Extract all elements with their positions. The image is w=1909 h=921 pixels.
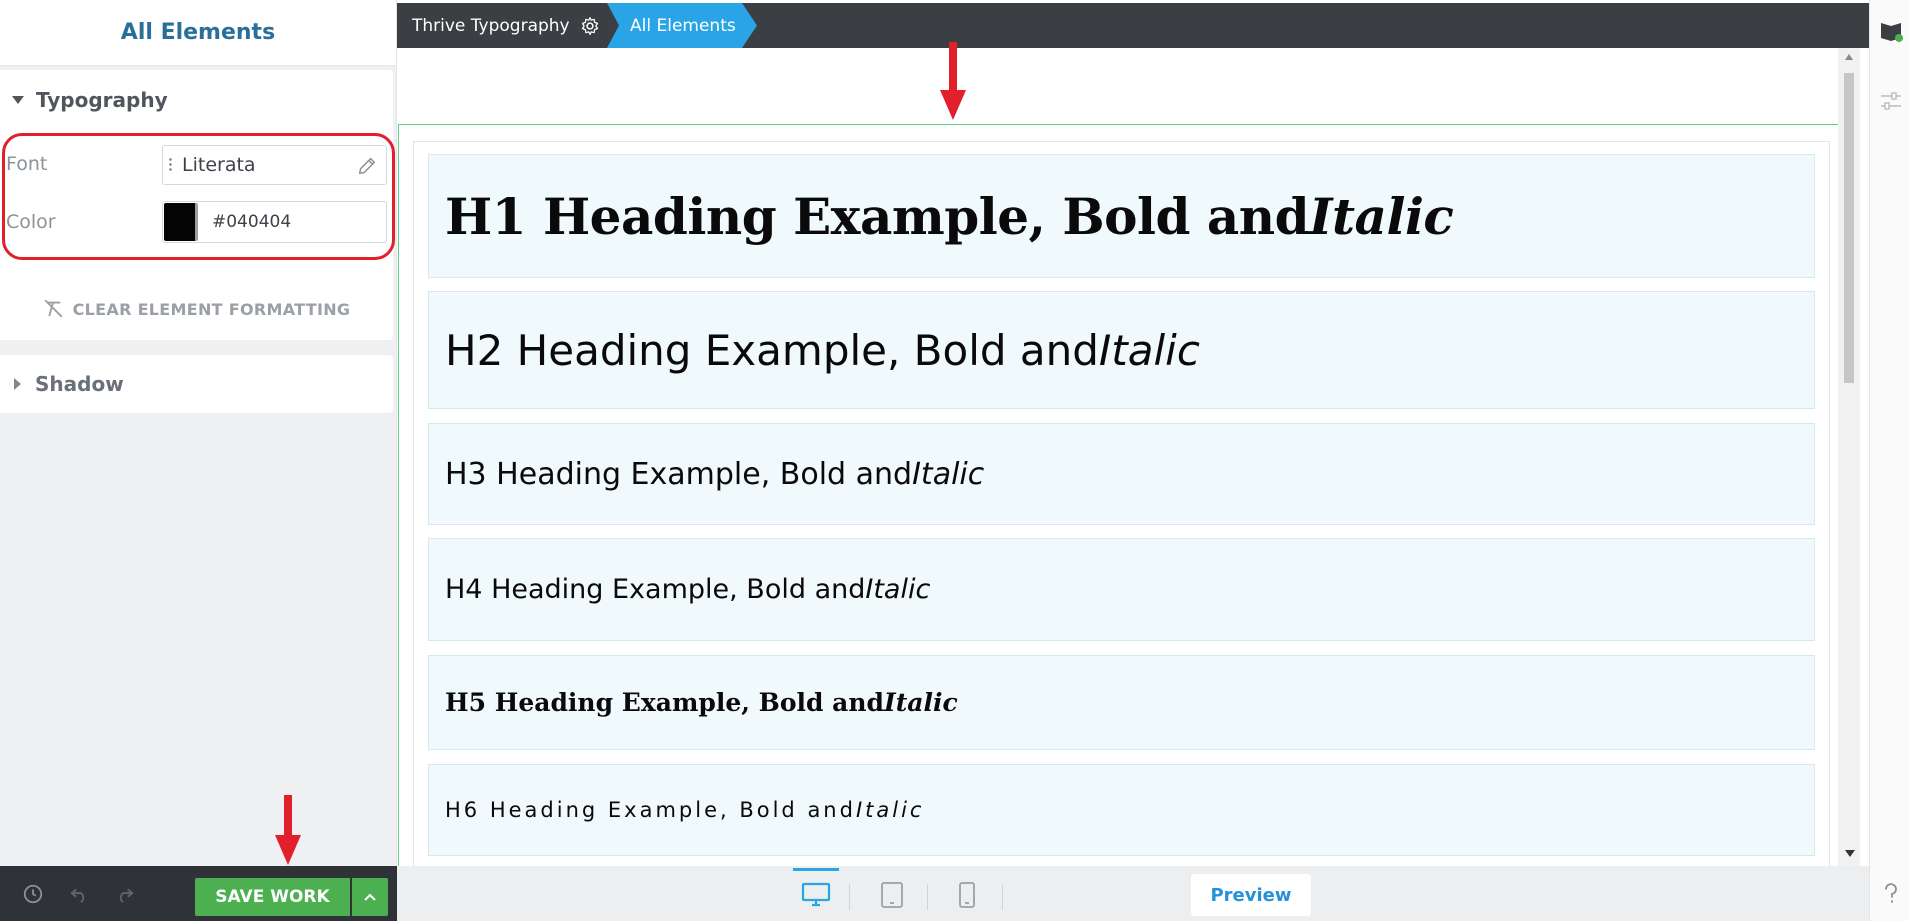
- typography-title: Typography: [36, 88, 168, 112]
- heading-h5-text: H5 Heading Example, Bold and: [445, 688, 885, 717]
- sidebar: All Elements Typography Font Literata Co…: [0, 0, 397, 921]
- help-icon[interactable]: [1878, 880, 1904, 906]
- heading-h5[interactable]: H5 Heading Example, Bold and Italic: [428, 655, 1815, 750]
- drag-grip-icon: [169, 157, 172, 173]
- heading-h3[interactable]: H3 Heading Example, Bold and Italic: [428, 423, 1815, 525]
- color-field[interactable]: #040404: [162, 201, 387, 243]
- clear-formatting-label: CLEAR ELEMENT FORMATTING: [72, 299, 351, 319]
- heading-h5-italic: Italic: [884, 688, 958, 717]
- device-toolbar: Preview: [397, 866, 1869, 921]
- redo-icon[interactable]: [112, 881, 138, 907]
- heading-h4-text: H4 Heading Example, Bold and: [445, 574, 866, 605]
- color-label: Color: [6, 211, 56, 233]
- color-hex-value[interactable]: #040404: [212, 212, 291, 232]
- shadow-panel-header[interactable]: Shadow: [0, 355, 393, 413]
- breadcrumb-item-all-elements[interactable]: All Elements: [607, 3, 757, 48]
- right-icon-rail: [1869, 0, 1909, 921]
- shadow-panel[interactable]: Shadow: [0, 355, 393, 413]
- font-row: Font Literata: [0, 140, 393, 190]
- save-options-button[interactable]: [352, 878, 388, 916]
- heading-h2-italic: Italic: [1098, 325, 1200, 375]
- preview-button[interactable]: Preview: [1191, 874, 1311, 916]
- save-work-button[interactable]: SAVE WORK: [195, 878, 350, 916]
- chevron-up-icon: [364, 893, 376, 901]
- preview-label: Preview: [1210, 884, 1292, 906]
- device-separator: [1002, 884, 1003, 910]
- heading-h1[interactable]: H1 Heading Example, Bold and Italic: [428, 154, 1815, 278]
- heading-h3-text: H3 Heading Example, Bold and: [445, 456, 913, 492]
- pencil-icon[interactable]: [356, 155, 378, 177]
- mobile-view-button[interactable]: [944, 874, 990, 916]
- clear-formatting-button[interactable]: CLEAR ELEMENT FORMATTING: [0, 280, 393, 338]
- desktop-icon: [801, 882, 831, 906]
- sliders-icon[interactable]: [1878, 88, 1904, 114]
- bottom-toolbar: SAVE WORK: [0, 866, 397, 921]
- heading-h3-italic: Italic: [912, 456, 985, 492]
- heading-h6[interactable]: H6 Heading Example, Bold and Italic: [428, 764, 1815, 856]
- heading-h1-italic: Italic: [1309, 186, 1454, 246]
- save-work-label: SAVE WORK: [215, 887, 330, 907]
- editor-canvas: H1 Heading Example, Bold and Italic H2 H…: [397, 48, 1838, 866]
- device-separator: [849, 884, 850, 910]
- tablet-view-button[interactable]: [869, 874, 915, 916]
- heading-h2-text: H2 Heading Example, Bold and: [445, 325, 1099, 375]
- shadow-title: Shadow: [35, 372, 124, 396]
- tablet-icon: [881, 882, 903, 908]
- heading-h6-text: H6 Heading Example, Bold and: [445, 798, 856, 822]
- gear-icon[interactable]: [580, 16, 600, 36]
- font-value: Literata: [182, 154, 256, 176]
- mobile-icon: [959, 882, 975, 908]
- breadcrumb-label-1: Thrive Typography: [412, 15, 570, 36]
- undo-icon[interactable]: [66, 881, 92, 907]
- history-icon[interactable]: [20, 881, 46, 907]
- caret-down-icon: [12, 96, 24, 104]
- section-frame[interactable]: H1 Heading Example, Bold and Italic H2 H…: [398, 124, 1838, 866]
- scroll-thumb[interactable]: [1844, 73, 1854, 383]
- color-row: Color #040404: [0, 197, 393, 247]
- heading-h6-italic: Italic: [855, 798, 925, 822]
- breadcrumb-label-2: All Elements: [630, 15, 736, 36]
- content-container[interactable]: H1 Heading Example, Bold and Italic H2 H…: [413, 141, 1830, 866]
- font-picker[interactable]: Literata: [162, 145, 387, 185]
- annotation-arrow-top: [940, 42, 966, 120]
- breadcrumb-bar: Thrive Typography All Elements: [397, 3, 1869, 48]
- scroll-down-icon[interactable]: [1845, 850, 1855, 857]
- heading-h1-text: H1 Heading Example, Bold and: [445, 186, 1310, 246]
- heading-h2[interactable]: H2 Heading Example, Bold and Italic: [428, 291, 1815, 409]
- scroll-up-icon[interactable]: [1845, 54, 1853, 60]
- annotation-arrow-bottom: [275, 795, 301, 865]
- typography-panel-header[interactable]: Typography: [0, 70, 393, 130]
- caret-right-icon: [14, 378, 21, 390]
- clear-format-icon: [44, 299, 62, 318]
- breadcrumb-item-thrive-typography[interactable]: Thrive Typography: [397, 3, 607, 48]
- heading-h4-italic: Italic: [865, 574, 931, 605]
- sidebar-header: All Elements: [0, 0, 396, 66]
- book-icon[interactable]: [1878, 18, 1904, 44]
- color-swatch[interactable]: [164, 203, 198, 241]
- heading-h4[interactable]: H4 Heading Example, Bold and Italic: [428, 538, 1815, 641]
- canvas-scrollbar[interactable]: [1838, 48, 1860, 866]
- font-label: Font: [6, 153, 48, 175]
- desktop-view-button[interactable]: [793, 868, 839, 918]
- device-separator: [927, 884, 928, 910]
- sidebar-title: All Elements: [120, 20, 276, 45]
